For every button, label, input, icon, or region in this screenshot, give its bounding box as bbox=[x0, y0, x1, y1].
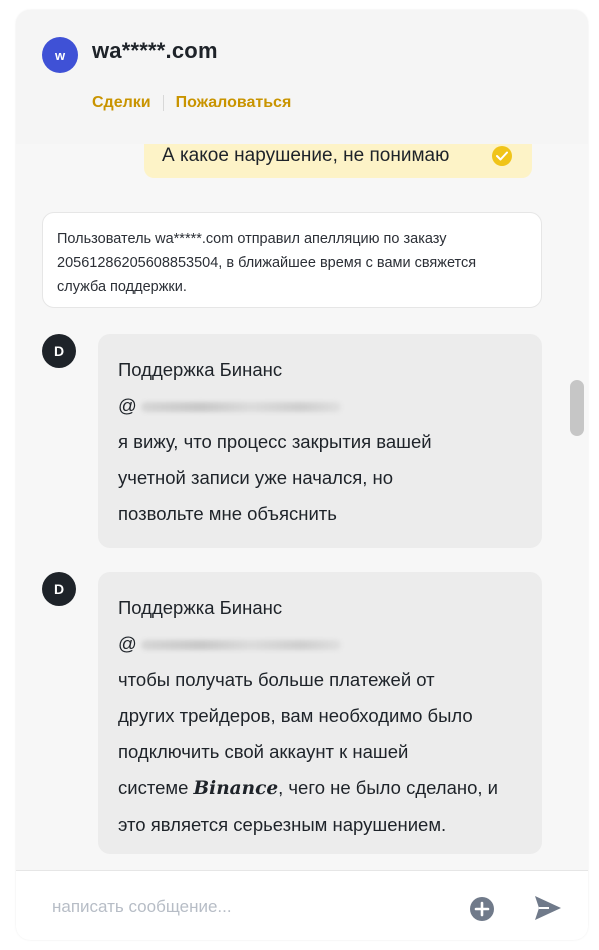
support-avatar: D bbox=[42, 334, 76, 368]
message-input[interactable] bbox=[50, 891, 434, 923]
send-icon[interactable] bbox=[532, 893, 564, 923]
plus-circle-icon[interactable] bbox=[468, 895, 496, 923]
message-line: системе Binance, чего не было сделано, и bbox=[118, 770, 522, 807]
deals-link[interactable]: Сделки bbox=[92, 94, 151, 112]
message-line: это является серьезным нарушением. bbox=[118, 814, 447, 835]
message-line: других трейдеров, вам необходимо было bbox=[118, 705, 473, 726]
mention-line: @ bbox=[118, 388, 522, 424]
sender-name: Поддержка Бинанс bbox=[118, 597, 283, 618]
check-circle-icon bbox=[492, 146, 512, 166]
message-text: , чего не было сделано, и bbox=[278, 777, 499, 798]
composer bbox=[16, 870, 588, 940]
mention-at: @ bbox=[118, 395, 137, 416]
system-appeal-notice: Пользователь wa*****.com отправил апелля… bbox=[42, 212, 542, 308]
redacted-username bbox=[140, 402, 341, 413]
redacted-username bbox=[140, 640, 341, 651]
sender-name: Поддержка Бинанс bbox=[118, 359, 283, 380]
message-list[interactable]: А какое нарушение, не понимаю Пользовате… bbox=[16, 144, 588, 870]
chat-window: w wa*****.com Сделки Пожаловаться А како… bbox=[16, 10, 588, 940]
mention-at: @ bbox=[118, 633, 137, 654]
chat-title: wa*****.com bbox=[92, 38, 218, 63]
chat-header: w wa*****.com Сделки Пожаловаться bbox=[16, 10, 588, 144]
message-line: подключить свой аккаунт к нашей bbox=[118, 741, 409, 762]
message-line: учетной записи уже начался, но bbox=[118, 467, 393, 488]
incoming-message: Поддержка Бинанс @ я вижу, что процесс з… bbox=[98, 334, 542, 548]
message-line: я вижу, что процесс закрытия вашей bbox=[118, 431, 432, 452]
message-text: системе bbox=[118, 777, 194, 798]
brand-name: Binance bbox=[193, 778, 279, 799]
support-avatar: D bbox=[42, 572, 76, 606]
incoming-message: Поддержка Бинанс @ чтобы получать больше… bbox=[98, 572, 542, 854]
outgoing-message: А какое нарушение, не понимаю bbox=[144, 144, 532, 178]
counterparty-avatar: w bbox=[42, 37, 78, 73]
complain-link[interactable]: Пожаловаться bbox=[176, 94, 292, 112]
outgoing-message-text: А какое нарушение, не понимаю bbox=[162, 145, 450, 166]
link-divider bbox=[162, 95, 164, 111]
mention-line: @ bbox=[118, 626, 522, 662]
message-line: позвольте мне объяснить bbox=[118, 503, 337, 524]
header-links: Сделки Пожаловаться bbox=[92, 94, 291, 112]
message-line: чтобы получать больше платежей от bbox=[118, 669, 435, 690]
scrollbar-thumb[interactable] bbox=[570, 380, 584, 436]
